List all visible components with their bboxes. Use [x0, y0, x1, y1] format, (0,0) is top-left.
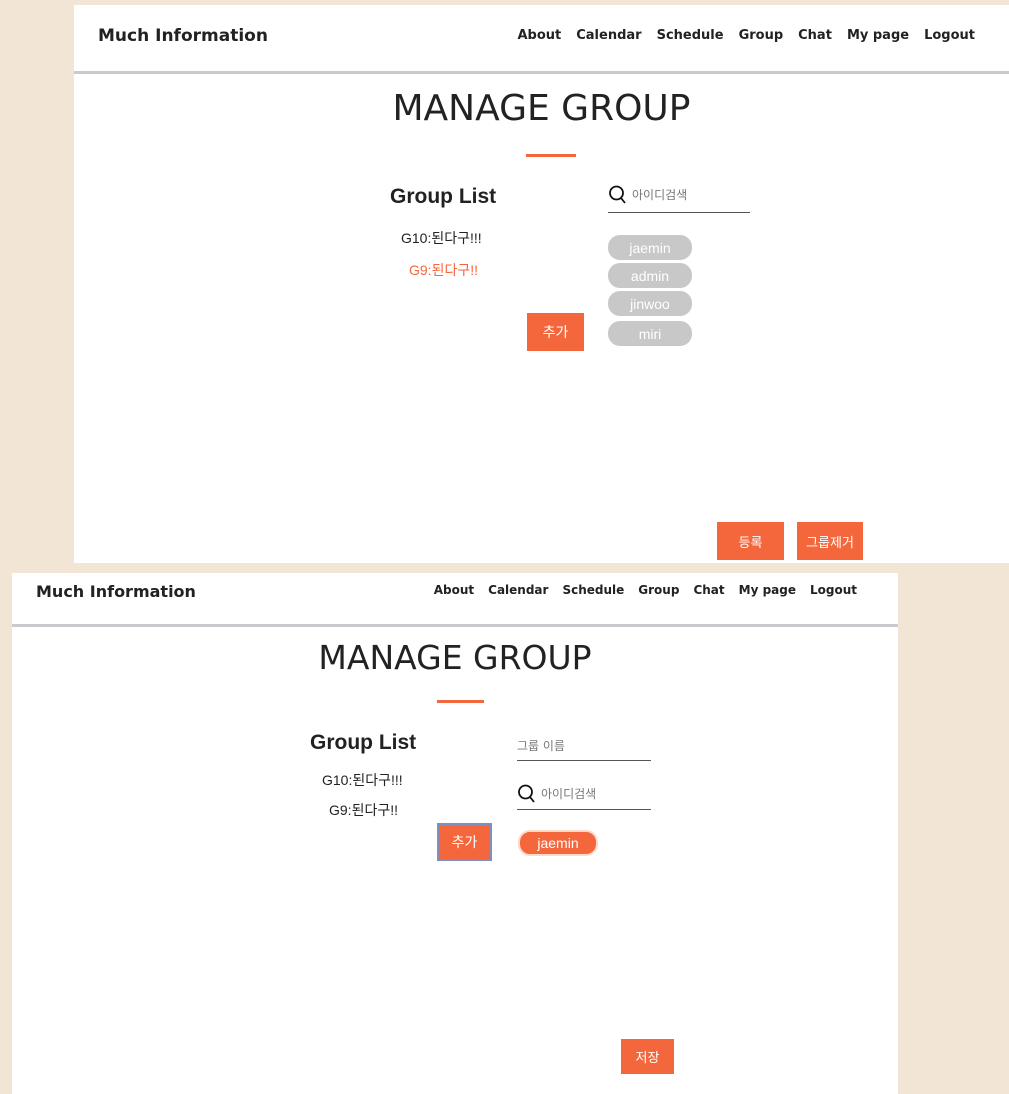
save-button[interactable]: 저장: [621, 1039, 674, 1074]
brand-logo[interactable]: Much Information: [36, 582, 196, 601]
nav-group[interactable]: Group: [638, 583, 679, 597]
search-icon: [609, 185, 626, 204]
nav-schedule[interactable]: Schedule: [562, 583, 624, 597]
add-button[interactable]: 추가: [527, 313, 584, 351]
user-chip-jinwoo[interactable]: jinwoo: [608, 291, 692, 316]
nav-chat[interactable]: Chat: [693, 583, 724, 597]
user-search-field: [517, 778, 651, 810]
brand-logo[interactable]: Much Information: [98, 26, 268, 46]
group-name-field: [517, 731, 651, 761]
group-list-title: Group List: [310, 731, 417, 754]
user-search-input[interactable]: [541, 786, 651, 801]
nav-chat[interactable]: Chat: [798, 28, 832, 43]
user-search-input[interactable]: [632, 188, 750, 202]
user-chip-miri[interactable]: miri: [608, 321, 692, 346]
nav-calendar[interactable]: Calendar: [576, 28, 641, 43]
group-name-input[interactable]: [517, 738, 651, 753]
register-button[interactable]: 등록: [717, 522, 784, 560]
user-chip-jaemin[interactable]: jaemin: [608, 235, 692, 260]
nav-my-page[interactable]: My page: [847, 28, 909, 43]
selected-user-chip-jaemin[interactable]: jaemin: [518, 830, 598, 856]
nav-about[interactable]: About: [434, 583, 474, 597]
title-divider: [437, 700, 484, 703]
group-list-title: Group List: [390, 185, 497, 208]
manage-group-panel-view: Much Information About Calendar Schedule…: [74, 5, 1009, 563]
nav-menu: About Calendar Schedule Group Chat My pa…: [434, 583, 857, 597]
title-divider: [526, 154, 576, 157]
nav-group[interactable]: Group: [739, 28, 784, 43]
page-title: MANAGE GROUP: [392, 88, 691, 129]
group-item-g9[interactable]: G9:된다구!!: [329, 800, 398, 820]
nav-menu: About Calendar Schedule Group Chat My pa…: [517, 28, 975, 43]
page-title: MANAGE GROUP: [318, 638, 592, 677]
group-item-g10[interactable]: G10:된다구!!!: [322, 770, 403, 790]
add-button[interactable]: 추가: [437, 823, 492, 861]
group-item-g9[interactable]: G9:된다구!!: [409, 260, 478, 280]
user-chip-admin[interactable]: admin: [608, 263, 692, 288]
nav-logout[interactable]: Logout: [810, 583, 857, 597]
nav-about[interactable]: About: [517, 28, 561, 43]
group-item-g10[interactable]: G10:된다구!!!: [401, 228, 482, 248]
nav-calendar[interactable]: Calendar: [488, 583, 548, 597]
nav-my-page[interactable]: My page: [739, 583, 796, 597]
navbar: Much Information About Calendar Schedule…: [74, 5, 1009, 74]
search-icon: [518, 784, 535, 803]
remove-group-button[interactable]: 그룹제거: [797, 522, 863, 560]
nav-logout[interactable]: Logout: [924, 28, 975, 43]
navbar: Much Information About Calendar Schedule…: [12, 573, 898, 627]
nav-schedule[interactable]: Schedule: [657, 28, 724, 43]
create-group-panel-view: Much Information About Calendar Schedule…: [12, 573, 898, 1094]
user-search-field: [608, 178, 750, 213]
